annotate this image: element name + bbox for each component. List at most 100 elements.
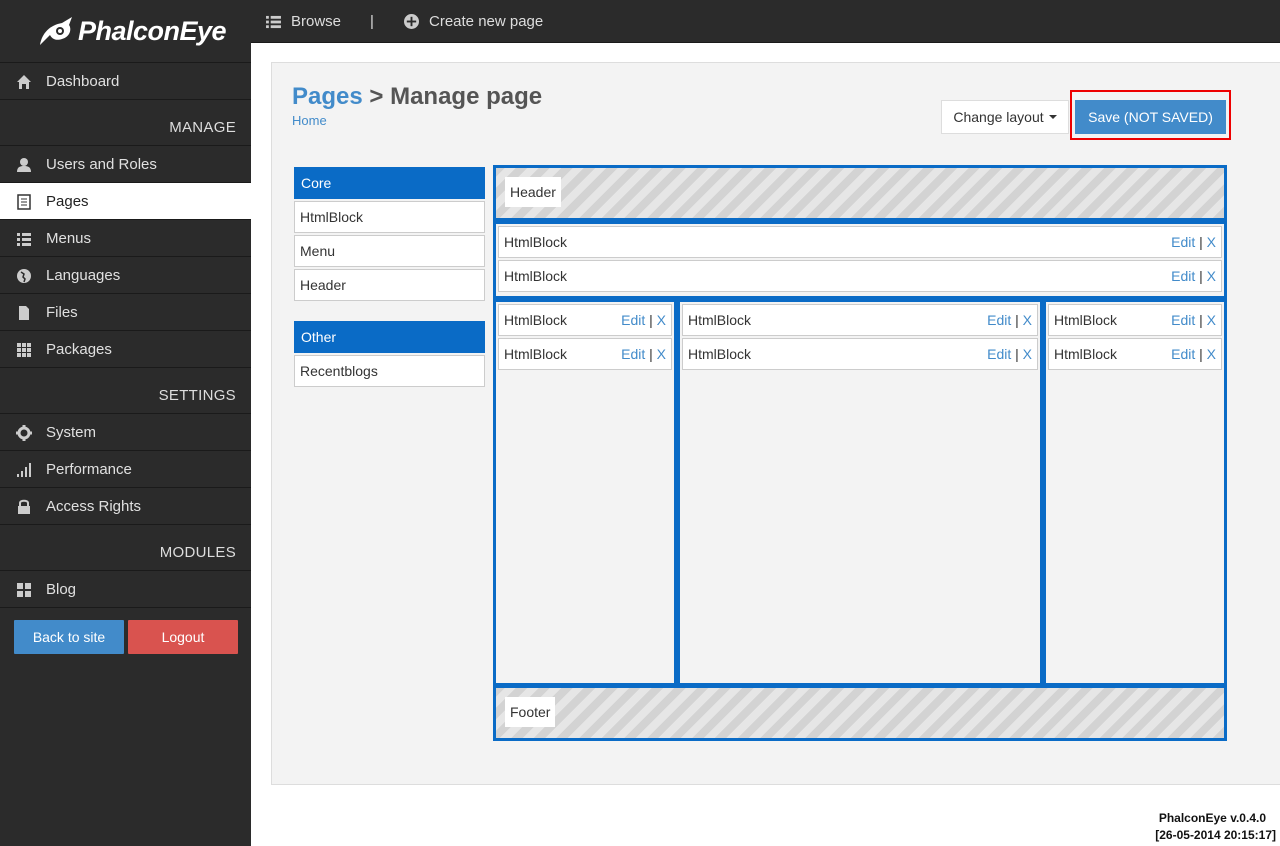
action-separator: | <box>1015 346 1019 362</box>
layout-block[interactable]: HtmlBlock Edit | X <box>682 304 1038 336</box>
layout-block[interactable]: HtmlBlock Edit | X <box>1048 304 1222 336</box>
remove-link[interactable]: X <box>1023 346 1032 362</box>
top-bar: Browse | Create new page <box>251 0 1280 43</box>
falcon-logo-icon <box>40 17 72 45</box>
widget-item-menu[interactable]: Menu <box>294 235 485 267</box>
edit-link[interactable]: Edit <box>1171 268 1195 284</box>
edit-link[interactable]: Edit <box>1171 234 1195 250</box>
sidebar: PhalconEye Dashboard MANAGE Users and Ro… <box>0 0 251 846</box>
sidebar-item-system[interactable]: System <box>0 413 251 450</box>
edit-link[interactable]: Edit <box>987 312 1011 328</box>
layout-block[interactable]: HtmlBlock Edit | X <box>1048 338 1222 370</box>
user-icon <box>16 157 32 173</box>
gear-icon <box>16 425 32 441</box>
footer-zone-label: Footer <box>505 697 556 727</box>
grid-icon <box>16 342 32 358</box>
sidebar-item-label: Access Rights <box>46 497 142 515</box>
logout-button[interactable]: Logout <box>128 620 238 654</box>
file-icon <box>16 305 32 321</box>
remove-link[interactable]: X <box>1023 312 1032 328</box>
action-separator: | <box>1199 312 1203 328</box>
caret-down-icon <box>1048 115 1057 119</box>
edit-link[interactable]: Edit <box>621 346 645 362</box>
layout-top-content-zone[interactable]: HtmlBlock Edit | X HtmlBlock Edit | X <box>493 221 1227 299</box>
page-title: Pages > Manage page <box>292 83 542 111</box>
save-button[interactable]: Save (NOT SAVED) <box>1075 100 1226 134</box>
change-layout-dropdown[interactable]: Change layout <box>941 100 1069 134</box>
widget-item-header[interactable]: Header <box>294 269 485 301</box>
remove-link[interactable]: X <box>1207 312 1216 328</box>
widget-group-other: Other Recentblogs <box>294 321 485 389</box>
sidebar-item-label: Files <box>46 303 78 321</box>
browse-link[interactable]: Browse <box>266 0 341 43</box>
layout-right-column[interactable]: HtmlBlock Edit | X HtmlBlock Edit | X <box>1043 299 1227 686</box>
header-zone-label: Header <box>505 177 561 207</box>
sidebar-item-label: Pages <box>46 192 89 210</box>
sidebar-item-pages[interactable]: Pages <box>0 182 251 219</box>
remove-link[interactable]: X <box>1207 346 1216 362</box>
action-separator: | <box>1199 268 1203 284</box>
layout-block[interactable]: HtmlBlock Edit | X <box>498 260 1222 292</box>
widget-group-other-head[interactable]: Other <box>294 321 485 353</box>
sidebar-item-languages[interactable]: Languages <box>0 256 251 293</box>
logo[interactable]: PhalconEye <box>0 0 251 62</box>
pages-icon <box>16 194 32 210</box>
block-name: HtmlBlock <box>688 346 752 362</box>
create-page-link[interactable]: Create new page <box>404 0 543 43</box>
list-icon <box>16 231 32 247</box>
action-separator: | <box>1199 346 1203 362</box>
content-panel: Pages > Manage page Home Change layout S… <box>271 62 1280 785</box>
action-separator: | <box>649 312 653 328</box>
layout-middle-column[interactable]: HtmlBlock Edit | X HtmlBlock Edit | X <box>677 299 1043 686</box>
block-name: HtmlBlock <box>504 268 568 284</box>
edit-link[interactable]: Edit <box>1171 312 1195 328</box>
sidebar-item-packages[interactable]: Packages <box>0 330 251 367</box>
action-separator: | <box>1199 234 1203 250</box>
block-name: HtmlBlock <box>504 346 568 362</box>
sidebar-item-files[interactable]: Files <box>0 293 251 330</box>
back-to-site-button[interactable]: Back to site <box>14 620 124 654</box>
remove-link[interactable]: X <box>1207 234 1216 250</box>
list-icon <box>266 15 281 29</box>
layout-block[interactable]: HtmlBlock Edit | X <box>498 226 1222 258</box>
sidebar-item-label: System <box>46 423 97 441</box>
sidebar-item-blog[interactable]: Blog <box>0 570 251 607</box>
block-name: HtmlBlock <box>1054 312 1118 328</box>
remove-link[interactable]: X <box>657 346 666 362</box>
remove-link[interactable]: X <box>1207 268 1216 284</box>
home-link[interactable]: Home <box>292 113 327 128</box>
sidebar-item-label: Languages <box>46 266 121 284</box>
sidebar-item-access-rights[interactable]: Access Rights <box>0 487 251 524</box>
sidebar-item-menus[interactable]: Menus <box>0 219 251 256</box>
layout-footer-zone[interactable]: Footer <box>493 685 1227 741</box>
globe-icon <box>16 268 32 284</box>
action-separator: | <box>649 346 653 362</box>
sidebar-item-label: Users and Roles <box>46 155 157 173</box>
layout-block[interactable]: HtmlBlock Edit | X <box>682 338 1038 370</box>
edit-link[interactable]: Edit <box>987 346 1011 362</box>
lock-icon <box>16 499 32 515</box>
widget-group-core: Core HtmlBlock Menu Header <box>294 167 485 303</box>
sidebar-item-label: Dashboard <box>46 72 120 90</box>
breadcrumb-pages-link[interactable]: Pages <box>292 83 363 110</box>
widget-item-recentblogs[interactable]: Recentblogs <box>294 355 485 387</box>
edit-link[interactable]: Edit <box>1171 346 1195 362</box>
sidebar-item-label: Blog <box>46 580 77 598</box>
sidebar-item-label: Menus <box>46 229 92 247</box>
layout-header-zone[interactable]: Header <box>493 165 1227 221</box>
widget-group-core-head[interactable]: Core <box>294 167 485 199</box>
edit-link[interactable]: Edit <box>621 312 645 328</box>
sidebar-item-label: Packages <box>46 340 112 358</box>
server-timestamp: [26-05-2014 20:15:17] <box>1155 828 1276 842</box>
layout-block[interactable]: HtmlBlock Edit | X <box>498 304 672 336</box>
brand-name: PhalconEye <box>78 15 227 46</box>
widget-item-htmlblock[interactable]: HtmlBlock <box>294 201 485 233</box>
layout-block[interactable]: HtmlBlock Edit | X <box>498 338 672 370</box>
app-version: PhalconEye v.0.4.0 <box>1158 811 1266 825</box>
sidebar-item-dashboard[interactable]: Dashboard <box>0 62 251 99</box>
action-separator: | <box>1015 312 1019 328</box>
sidebar-item-performance[interactable]: Performance <box>0 450 251 487</box>
layout-left-column[interactable]: HtmlBlock Edit | X HtmlBlock Edit | X <box>493 299 677 686</box>
remove-link[interactable]: X <box>657 312 666 328</box>
sidebar-item-users-and-roles[interactable]: Users and Roles <box>0 145 251 182</box>
